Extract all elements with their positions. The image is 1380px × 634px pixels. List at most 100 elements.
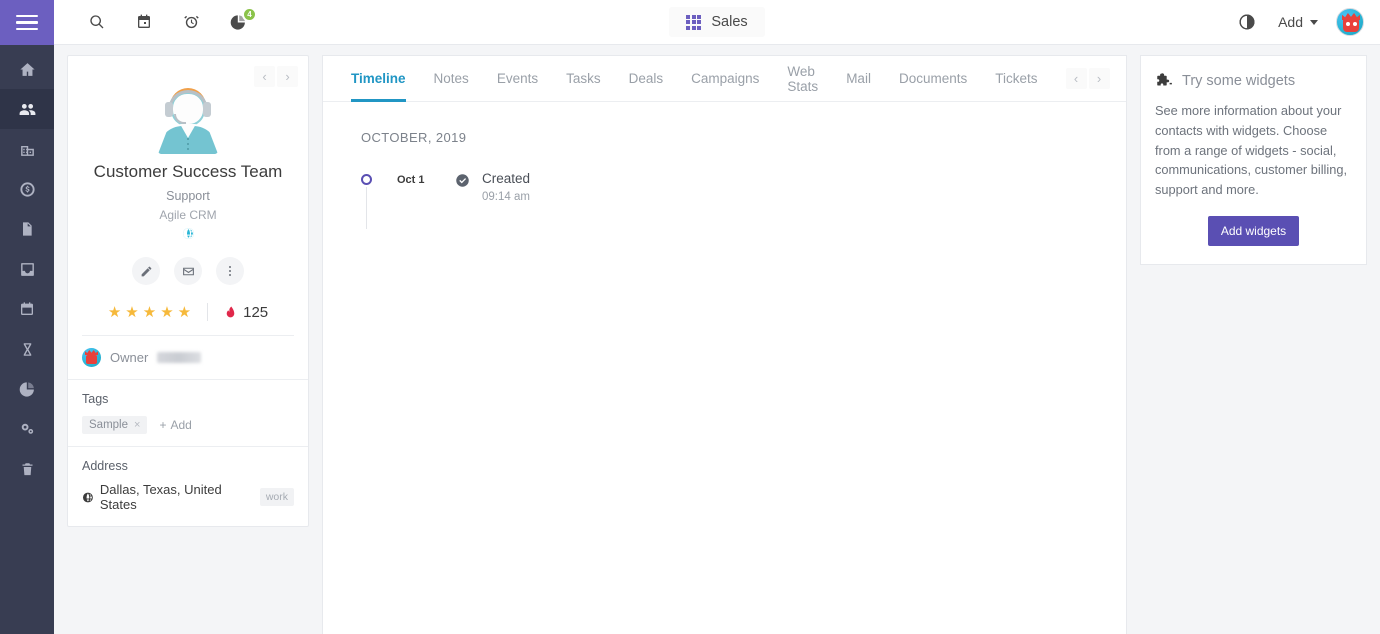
- tab-events[interactable]: Events: [497, 56, 538, 102]
- chevron-down-icon: [1310, 19, 1318, 25]
- avatar-eye-right: [1353, 22, 1357, 26]
- contact-actions: [68, 257, 308, 285]
- widgets-panel-actions: Add widgets: [1155, 216, 1352, 247]
- contacts-icon: [19, 103, 35, 115]
- tab-tickets[interactable]: Tickets: [995, 56, 1037, 102]
- top-bar: 4 Sales Add: [54, 0, 1380, 45]
- add-button[interactable]: Add: [1278, 14, 1318, 30]
- tab-web-stats[interactable]: Web Stats: [787, 56, 818, 102]
- inbox-icon: [20, 262, 34, 276]
- email-contact-button[interactable]: [174, 257, 202, 285]
- sidebar-item-home[interactable]: [0, 49, 54, 89]
- user-avatar[interactable]: [1336, 8, 1364, 36]
- sidebar-item-settings[interactable]: [0, 409, 54, 449]
- tags-title: Tags: [82, 392, 109, 406]
- widgets-panel-description: See more information about your contacts…: [1155, 103, 1348, 198]
- timeline-entry: Oct 1 Created 09:14 am: [361, 171, 1088, 229]
- sidebar-item-documents[interactable]: [0, 209, 54, 249]
- timeline-entry-body: Created 09:14 am: [482, 171, 530, 203]
- add-tag-label: Add: [170, 418, 192, 432]
- tab-timeline[interactable]: Timeline: [351, 56, 406, 102]
- add-button-label: Add: [1278, 14, 1303, 30]
- hourglass-icon: [23, 342, 31, 356]
- address-value: Dallas, Texas, United States: [99, 482, 222, 512]
- sidebar-item-deals[interactable]: [0, 169, 54, 209]
- sidebar-item-inbox[interactable]: [0, 249, 54, 289]
- next-contact-button[interactable]: ›: [277, 66, 298, 87]
- app-root: 4 Sales Add ‹ › Customer Success Team Su…: [0, 0, 1380, 634]
- timeline-entry-date: Oct 1: [397, 174, 425, 186]
- tab-deals[interactable]: Deals: [629, 56, 664, 102]
- hamburger-menu-button[interactable]: [0, 0, 54, 45]
- tab-campaigns[interactable]: Campaigns: [691, 56, 759, 102]
- timeline: OCTOBER, 2019 Oct 1 Created 09:14 am: [323, 102, 1126, 231]
- top-bar-icons: 4: [54, 7, 257, 35]
- timeline-bullet-icon: [361, 174, 372, 185]
- tag-chip[interactable]: Sample ×: [82, 416, 148, 434]
- tab-notes[interactable]: Notes: [434, 56, 469, 102]
- edit-contact-button[interactable]: [132, 257, 160, 285]
- tab-tasks[interactable]: Tasks: [566, 56, 601, 102]
- support-agent-avatar: [152, 84, 224, 156]
- gears-icon: [21, 423, 34, 434]
- timeline-month-header: OCTOBER, 2019: [361, 130, 467, 145]
- widgets-panel-header: Try some widgets: [1155, 72, 1352, 90]
- center-panel: Timeline Notes Events Tasks Deals Campai…: [322, 55, 1127, 634]
- sidebar-item-workflows[interactable]: [0, 329, 54, 369]
- check-circle-icon: [456, 174, 469, 187]
- trash-icon: [22, 462, 32, 475]
- contact-owner-row: Owner: [68, 336, 308, 380]
- hamburger-icon: [16, 11, 38, 35]
- divider: [207, 303, 209, 321]
- company-icon: [20, 145, 34, 156]
- timeline-entry-status: [455, 171, 470, 193]
- pencil-icon: [141, 266, 151, 276]
- owner-avatar: [82, 348, 101, 367]
- address-type-badge: work: [259, 488, 294, 506]
- calendar-icon: [138, 14, 150, 28]
- sidebar-item-trash[interactable]: [0, 449, 54, 489]
- reminders-button[interactable]: [178, 9, 204, 35]
- star-rating[interactable]: ★ ★ ★ ★ ★: [108, 303, 191, 321]
- app-switcher-sales[interactable]: Sales: [669, 7, 765, 37]
- star-icon: ★: [177, 304, 192, 321]
- owner-name-redacted: [157, 352, 202, 363]
- dollar-coin-icon: [19, 181, 35, 197]
- left-sidebar: [0, 0, 54, 634]
- sidebar-item-calendar[interactable]: [0, 289, 54, 329]
- more-options-button[interactable]: [216, 257, 244, 285]
- sidebar-item-reports[interactable]: [0, 369, 54, 409]
- add-widgets-button[interactable]: Add widgets: [1207, 216, 1300, 247]
- sidebar-item-companies[interactable]: [0, 129, 54, 169]
- document-icon: [23, 222, 32, 236]
- widgets-panel-title: Try some widgets: [1182, 73, 1296, 89]
- timeline-bullet-wrap: [361, 171, 397, 229]
- owner-label: Owner: [110, 350, 149, 365]
- contact-company: Agile CRM: [159, 208, 217, 222]
- search-icon: [90, 15, 104, 29]
- tab-mail[interactable]: Mail: [846, 56, 871, 102]
- tab-documents[interactable]: Documents: [899, 56, 967, 102]
- contact-name: Customer Success Team: [93, 162, 283, 181]
- reports-button[interactable]: 4: [225, 7, 257, 35]
- moon-icon: [1239, 14, 1255, 30]
- remove-tag-icon[interactable]: ×: [134, 419, 140, 431]
- avatar-eye-left: [1346, 22, 1350, 26]
- timeline-connector: [366, 187, 367, 229]
- contact-rating-row: ★ ★ ★ ★ ★ 125: [82, 303, 294, 336]
- app-switcher-label: Sales: [711, 14, 748, 30]
- avatar-face: [1343, 19, 1359, 32]
- search-button[interactable]: [84, 9, 110, 35]
- previous-contact-button[interactable]: ‹: [254, 66, 275, 87]
- theme-toggle-button[interactable]: [1234, 9, 1260, 35]
- add-tag-button[interactable]: + Add: [159, 418, 191, 432]
- sidebar-item-contacts[interactable]: [0, 89, 54, 129]
- vertical-dots-icon: [228, 264, 232, 278]
- tabs-previous-button[interactable]: ‹: [1065, 68, 1087, 89]
- contact-website-link[interactable]: [68, 227, 308, 245]
- tabs-next-button[interactable]: ›: [1088, 68, 1110, 89]
- globe-icon: [182, 228, 194, 239]
- flame-icon: [226, 306, 235, 317]
- tag-label: Sample: [89, 419, 128, 431]
- calendar-button[interactable]: [131, 9, 157, 35]
